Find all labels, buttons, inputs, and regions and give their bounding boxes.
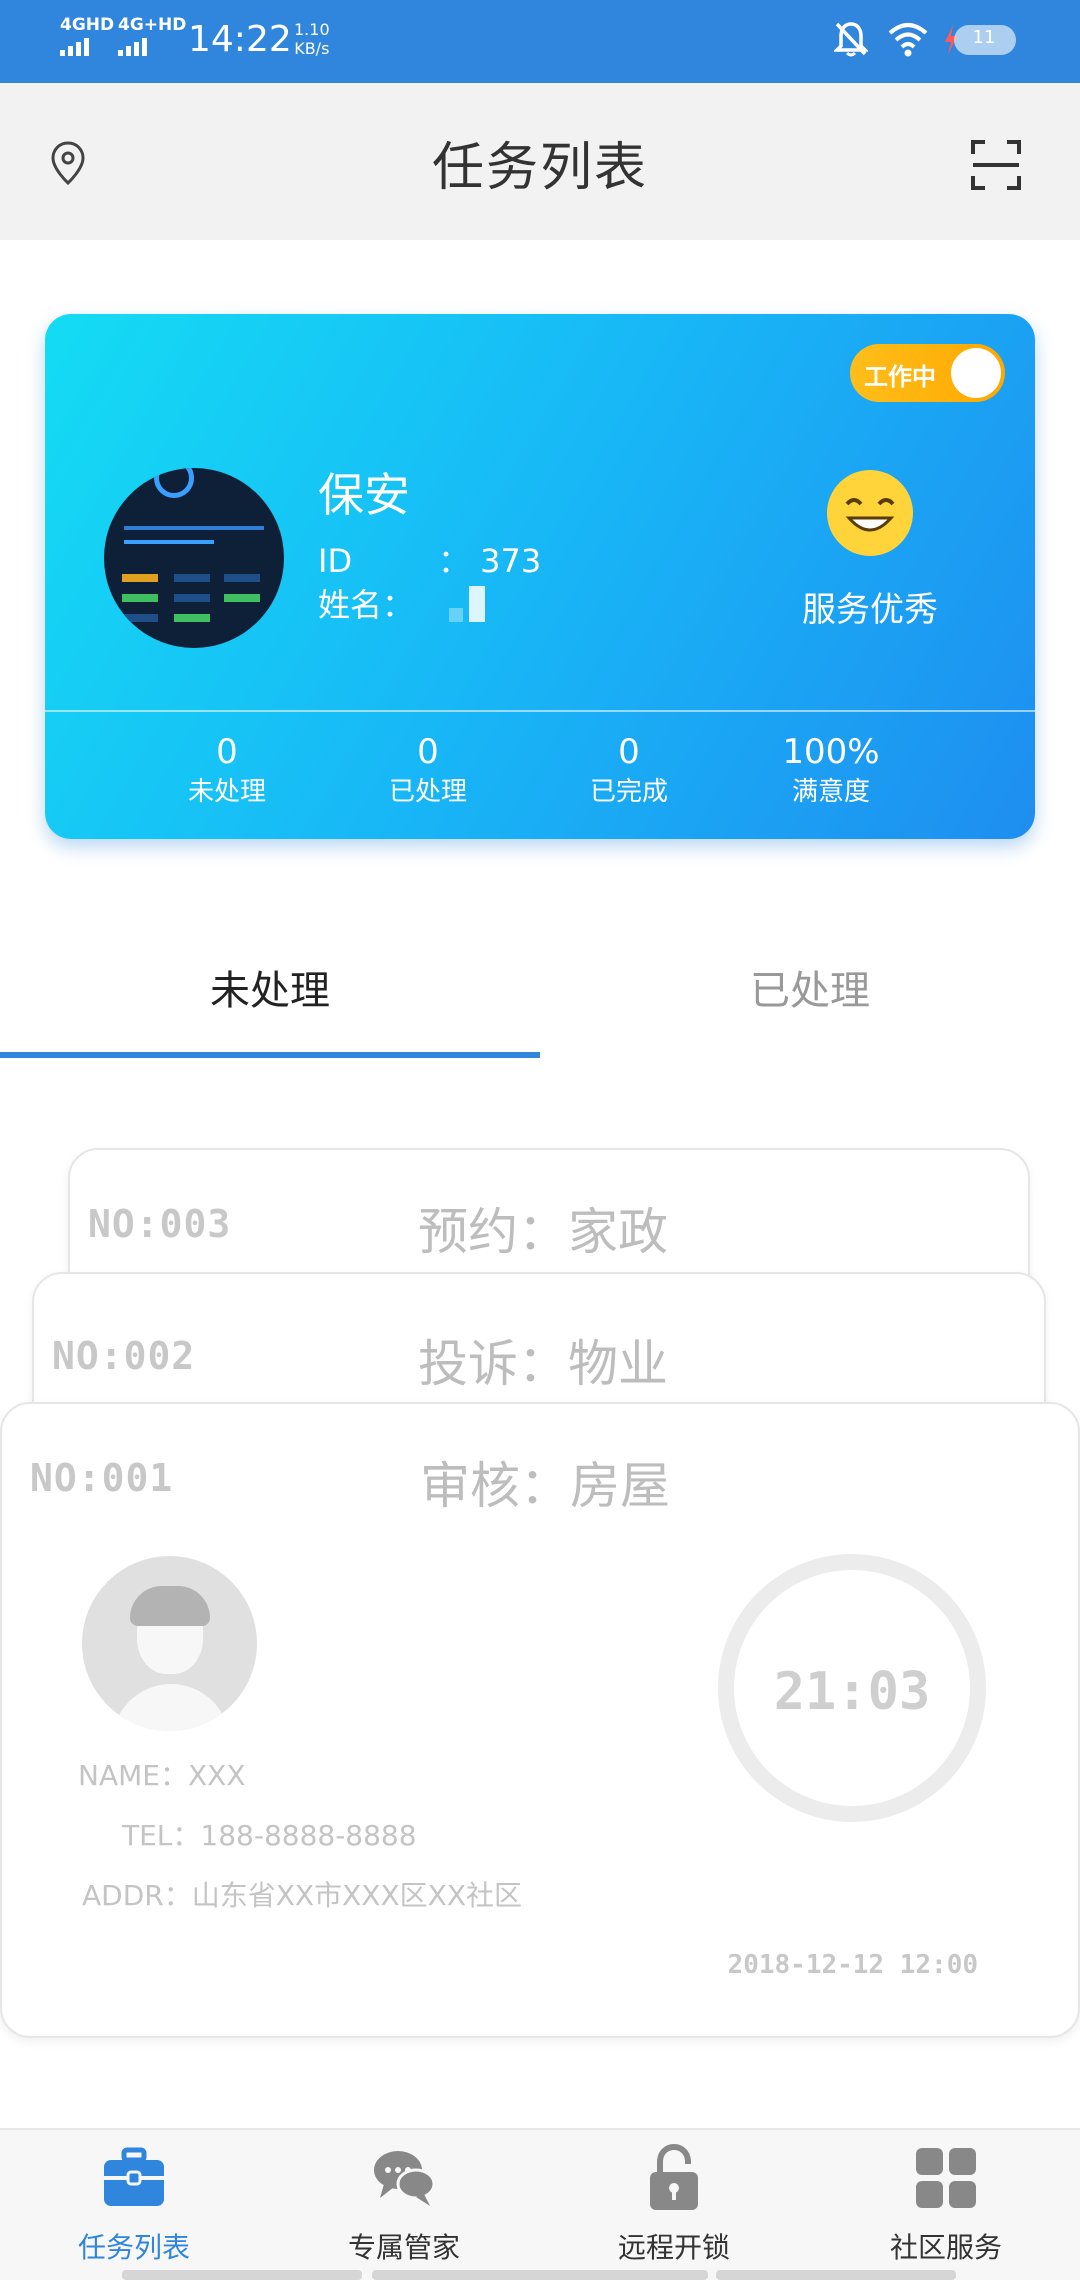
requester-tel: TEL：188-8888-8888 [122, 1819, 417, 1852]
stat-value: 0 [618, 732, 640, 772]
signal-bars-icon [118, 38, 186, 56]
nav-label: 任务列表 [77, 2231, 190, 2264]
task-type: 投诉：物业 [418, 1335, 668, 1393]
task-card-001[interactable]: NO:001 审核：房屋 NAME：XXX TEL：188-8888-8888 … [0, 1402, 1080, 2038]
bottom-nav: 任务列表 专属管家 远程开锁 社区服务 [0, 2128, 1080, 2280]
tab-processed[interactable]: 已处理 [540, 958, 1080, 1016]
active-tab-indicator [0, 1052, 540, 1058]
tab-pending[interactable]: 未处理 [0, 958, 540, 1016]
id-row: ID ： 373 [318, 536, 541, 582]
requester-addr: ADDR：山东省XX市XXX区XX社区 [82, 1879, 523, 1912]
requester-avatar [82, 1556, 257, 1731]
lock-icon [650, 2144, 698, 2210]
signal-bars-icon [60, 38, 114, 56]
stat-pending: 0 未处理 [127, 732, 327, 812]
bottom-strip [716, 2270, 956, 2280]
bottom-strip [372, 2270, 708, 2280]
name-label: 姓名： [318, 586, 415, 624]
app-header: 任务列表 [0, 83, 1080, 240]
battery-icon: 11 [945, 21, 1020, 57]
task-number: NO:002 [52, 1334, 196, 1378]
name-value-redacted [445, 586, 485, 622]
task-tabs: 未处理 已处理 [0, 940, 1080, 1060]
status-icons: 11 [834, 20, 1020, 58]
bottom-strip [122, 2270, 362, 2280]
service-rating: 服务优秀 [802, 590, 938, 630]
battery-level: 11 [972, 27, 996, 48]
name-row: 姓名： [318, 580, 414, 626]
chat-bubbles-icon [374, 2151, 436, 2206]
bell-muted-icon [834, 22, 868, 57]
card-divider [45, 710, 1035, 712]
stat-label: 未处理 [187, 777, 266, 807]
nav-label: 远程开锁 [617, 2231, 730, 2264]
page-title: 任务列表 [431, 138, 648, 198]
nav-label: 专属管家 [347, 2231, 460, 2264]
role-title: 保安 [318, 468, 410, 522]
profile-card: 工作中 保安 ID ： 373 姓名： 服务优秀 0 未处理 0 已处理 0 已完… [45, 314, 1035, 839]
avatar[interactable] [104, 468, 284, 648]
scan-icon[interactable] [970, 139, 1022, 191]
id-label: ID [318, 542, 353, 580]
smile-face-icon [827, 470, 913, 556]
stat-label: 已处理 [388, 777, 467, 807]
stat-value: 0 [417, 732, 439, 772]
speed-unit: KB/s [294, 39, 330, 58]
nav-task-list[interactable]: 任务列表 [34, 2144, 234, 2266]
requester-name: NAME：XXX [78, 1759, 246, 1792]
timer-value: 21:03 [773, 1662, 931, 1722]
task-type: 预约：家政 [418, 1203, 668, 1261]
network-type-2: 4G+HD [118, 15, 187, 35]
task-number: NO:001 [30, 1456, 174, 1500]
briefcase-icon [104, 2147, 164, 2206]
id-value: ： 373 [438, 542, 542, 580]
stat-satisfaction: 100% 满意度 [731, 732, 931, 812]
stat-label: 已完成 [589, 777, 668, 807]
signal-2: 4G+HD [118, 16, 186, 56]
network-speed: 1.10 KB/s [294, 20, 330, 58]
toggle-knob [951, 348, 1001, 398]
stat-processed: 0 已处理 [328, 732, 528, 812]
work-status-toggle[interactable]: 工作中 [850, 344, 1005, 402]
stat-value: 0 [216, 732, 238, 772]
network-type-1: 4GHD [60, 15, 115, 35]
stat-completed: 0 已完成 [529, 732, 729, 812]
nav-community-service[interactable]: 社区服务 [846, 2144, 1046, 2266]
grid-icon [916, 2148, 976, 2208]
nav-remote-unlock[interactable]: 远程开锁 [574, 2144, 774, 2266]
stat-label: 满意度 [791, 777, 870, 807]
countdown-timer: 21:03 [718, 1554, 986, 1822]
stat-value: 100% [782, 732, 880, 772]
task-datetime: 2018-12-12 12:00 [727, 1950, 978, 1980]
speed-value: 1.10 [294, 20, 330, 39]
toggle-label: 工作中 [864, 363, 936, 391]
wifi-icon [888, 23, 928, 57]
status-bar: 4GHD 4G+HD 14:22 1.10 KB/s 11 [0, 0, 1080, 83]
task-number: NO:003 [88, 1202, 232, 1246]
nav-label: 社区服务 [889, 2231, 1002, 2264]
task-type: 审核：房屋 [420, 1457, 670, 1515]
clock: 14:22 [188, 19, 292, 60]
nav-butler[interactable]: 专属管家 [304, 2144, 504, 2266]
signal-1: 4GHD [60, 16, 114, 56]
